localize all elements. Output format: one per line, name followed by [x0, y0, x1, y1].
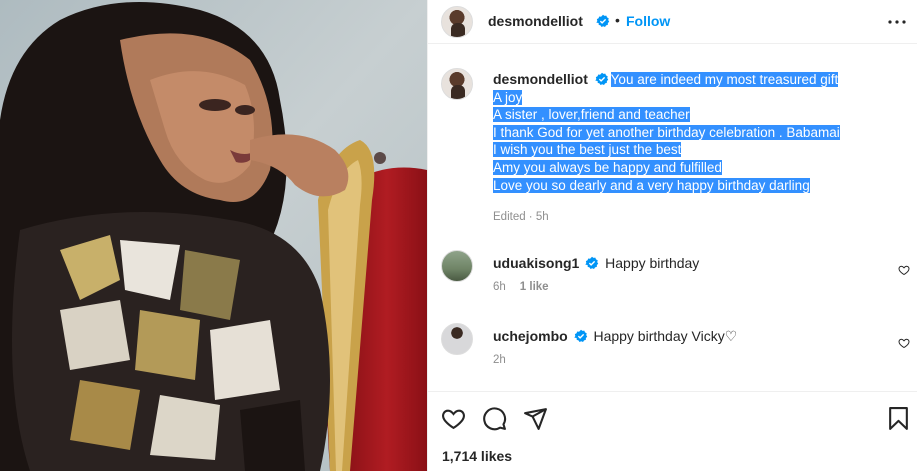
comment-heart-icon[interactable]	[898, 337, 910, 349]
more-options-icon[interactable]	[886, 14, 908, 30]
follow-button[interactable]: Follow	[626, 13, 670, 29]
post-panel: desmondelliot • Follow desmondelliot You…	[427, 0, 917, 471]
caption-line: I thank God for yet another birthday cel…	[493, 124, 840, 140]
post-photo	[0, 0, 427, 471]
comment-time: 2h	[493, 354, 506, 366]
bookmark-icon[interactable]	[886, 406, 911, 431]
author-avatar[interactable]	[441, 6, 473, 38]
caption-line: You are indeed my most treasured gift	[610, 72, 839, 87]
caption-line: A sister , lover,friend and teacher	[493, 107, 690, 123]
verified-badge-icon	[573, 329, 587, 342]
caption-line: A joy	[493, 89, 523, 105]
verified-badge-icon	[596, 14, 610, 27]
caption-timestamp: Edited · 5h	[493, 211, 549, 223]
verified-badge-icon	[595, 72, 608, 85]
heart-icon[interactable]	[441, 406, 466, 431]
commenter-username[interactable]: uchejombo	[493, 328, 568, 344]
action-bar	[428, 391, 917, 431]
comment-heart-icon[interactable]	[898, 264, 910, 276]
comment-like-count[interactable]: 1 like	[520, 281, 549, 293]
author-username[interactable]: desmondelliot	[488, 13, 583, 29]
comment-body: Happy birthday	[605, 255, 700, 271]
commenter-avatar[interactable]	[441, 250, 473, 282]
caption-line: Love you so dearly and a very happy birt…	[493, 177, 810, 193]
commenter-username[interactable]: uduakisong1	[493, 255, 579, 271]
header-separator: •	[615, 12, 620, 28]
comment-meta: 6h 1 like	[493, 281, 549, 293]
comment-icon[interactable]	[482, 406, 507, 431]
comment-time: 6h	[493, 281, 506, 293]
comment-meta: 2h	[493, 354, 506, 366]
caption-line: Amy you always be happy and fulfilled	[493, 159, 722, 175]
comment-body: Happy birthday Vicky♡	[593, 328, 738, 344]
commenter-avatar[interactable]	[441, 323, 473, 355]
comment-text-row: uchejombo Happy birthday Vicky♡	[493, 328, 737, 345]
caption-username[interactable]: desmondelliot	[493, 71, 588, 87]
caption-avatar[interactable]	[441, 68, 473, 100]
caption-line: I wish you the best just the best	[493, 142, 682, 158]
verified-badge-icon	[585, 256, 599, 269]
share-icon[interactable]	[523, 406, 548, 431]
post-header: desmondelliot • Follow	[428, 0, 917, 44]
comment-text-row: uduakisong1 Happy birthday	[493, 255, 699, 271]
caption-body: desmondelliot You are indeed my most tre…	[493, 71, 893, 194]
like-count[interactable]: 1,714 likes	[442, 448, 512, 464]
